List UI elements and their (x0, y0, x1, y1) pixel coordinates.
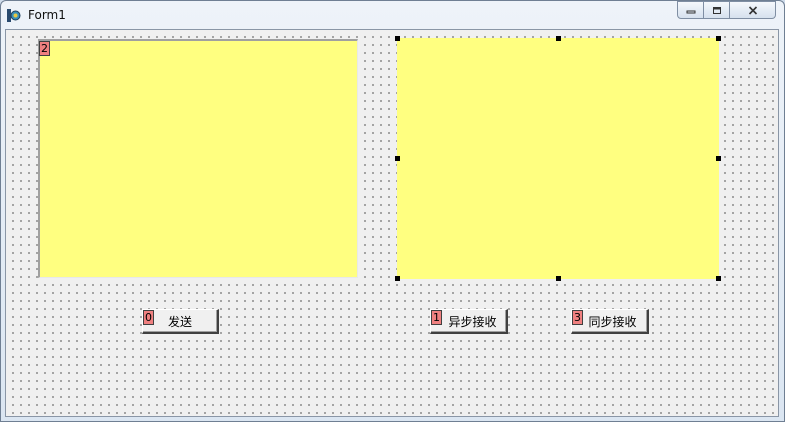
tab-order-badge: 2 (39, 41, 50, 56)
delphi-app-icon (7, 9, 21, 22)
send-button-label: 发送 (167, 314, 192, 329)
minimize-icon (686, 10, 695, 14)
selection-handle[interactable] (716, 36, 721, 41)
selection-handle[interactable] (556, 36, 561, 41)
restore-icon (712, 6, 721, 14)
memo-right-selected[interactable] (397, 38, 719, 279)
minimize-button[interactable] (677, 1, 704, 19)
selection-handle[interactable] (716, 156, 721, 161)
tab-order-badge: 3 (572, 310, 583, 325)
memo-left[interactable] (38, 39, 358, 278)
close-button[interactable] (730, 1, 776, 19)
caption-buttons (677, 1, 778, 21)
window-title: Form1 (28, 8, 66, 22)
title-bar[interactable]: Form1 (1, 1, 784, 29)
restore-button[interactable] (704, 1, 730, 19)
selection-handle[interactable] (716, 276, 721, 281)
sync-receive-button-label: 同步接收 (588, 314, 637, 329)
selection-handle[interactable] (395, 36, 400, 41)
tab-order-badge: 1 (431, 310, 442, 325)
selection-handle[interactable] (395, 156, 400, 161)
close-icon (748, 5, 757, 15)
async-receive-button-label: 异步接收 (448, 314, 497, 329)
selection-handle[interactable] (556, 276, 561, 281)
tab-order-badge: 0 (143, 310, 154, 325)
selection-handle[interactable] (395, 276, 400, 281)
